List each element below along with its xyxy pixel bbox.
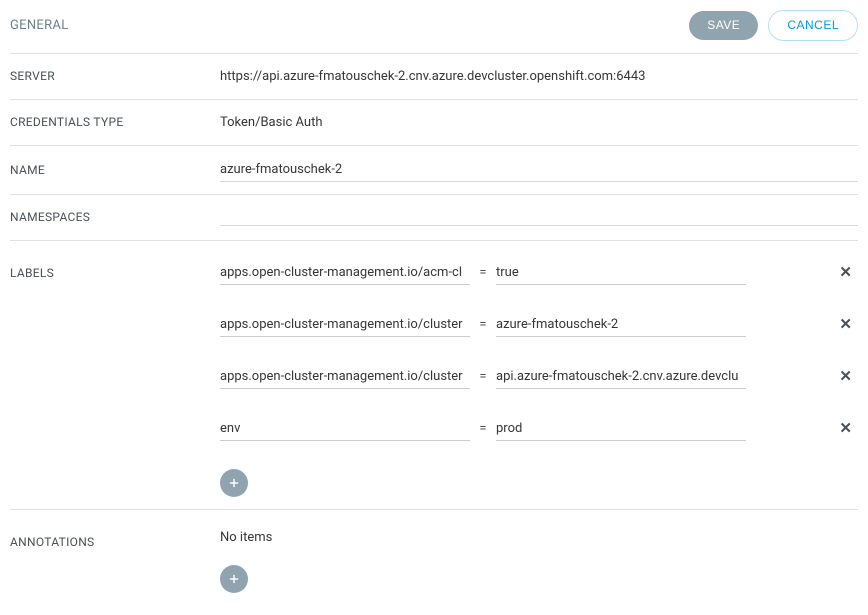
namespaces-input[interactable] <box>220 208 858 226</box>
name-input[interactable] <box>220 158 858 182</box>
label-value-input[interactable] <box>496 261 746 285</box>
annotations-empty: No items <box>220 530 858 545</box>
add-label-button[interactable] <box>220 469 248 497</box>
label-value-input[interactable] <box>496 365 746 389</box>
label-value-input[interactable] <box>496 313 746 337</box>
labels-row: LABELS = ✕ = ✕ = <box>10 241 858 510</box>
credentials-type-label: CREDENTIALS TYPE <box>10 115 220 129</box>
label-key-input[interactable] <box>220 365 470 389</box>
name-row: NAME <box>10 146 858 195</box>
label-item: = ✕ <box>220 313 858 337</box>
remove-label-button[interactable]: ✕ <box>833 263 858 282</box>
close-icon: ✕ <box>839 264 852 281</box>
server-row: SERVER https://api.azure-fmatouschek-2.c… <box>10 54 858 100</box>
close-icon: ✕ <box>839 316 852 333</box>
label-key-input[interactable] <box>220 313 470 337</box>
label-item: = ✕ <box>220 261 858 285</box>
label-item: = ✕ <box>220 365 858 389</box>
annotations-label: ANNOTATIONS <box>10 522 220 549</box>
section-header: GENERAL SAVE CANCEL <box>10 10 858 54</box>
annotations-row: ANNOTATIONS No items <box>10 510 858 605</box>
label-key-input[interactable] <box>220 417 470 441</box>
labels-list: = ✕ = ✕ = ✕ <box>220 261 858 497</box>
server-value: https://api.azure-fmatouschek-2.cnv.azur… <box>220 69 858 84</box>
remove-label-button[interactable]: ✕ <box>833 367 858 386</box>
namespaces-label: NAMESPACES <box>10 210 220 224</box>
credentials-type-value: Token/Basic Auth <box>220 115 858 130</box>
header-buttons: SAVE CANCEL <box>689 10 858 41</box>
add-annotation-button[interactable] <box>220 565 248 593</box>
credentials-type-row: CREDENTIALS TYPE Token/Basic Auth <box>10 100 858 146</box>
label-item: = ✕ <box>220 417 858 441</box>
save-button[interactable]: SAVE <box>689 11 758 40</box>
remove-label-button[interactable]: ✕ <box>833 315 858 334</box>
label-value-input[interactable] <box>496 417 746 441</box>
equals-sign: = <box>478 421 488 436</box>
section-title: GENERAL <box>10 18 69 33</box>
server-label: SERVER <box>10 69 220 83</box>
plus-icon <box>227 476 241 490</box>
equals-sign: = <box>478 369 488 384</box>
close-icon: ✕ <box>839 368 852 385</box>
labels-label: LABELS <box>10 253 220 280</box>
namespaces-row: NAMESPACES <box>10 195 858 241</box>
equals-sign: = <box>478 265 488 280</box>
remove-label-button[interactable]: ✕ <box>833 419 858 438</box>
label-key-input[interactable] <box>220 261 470 285</box>
cancel-button[interactable]: CANCEL <box>768 10 858 41</box>
close-icon: ✕ <box>839 420 852 437</box>
equals-sign: = <box>478 317 488 332</box>
name-label: NAME <box>10 163 220 177</box>
plus-icon <box>227 572 241 586</box>
